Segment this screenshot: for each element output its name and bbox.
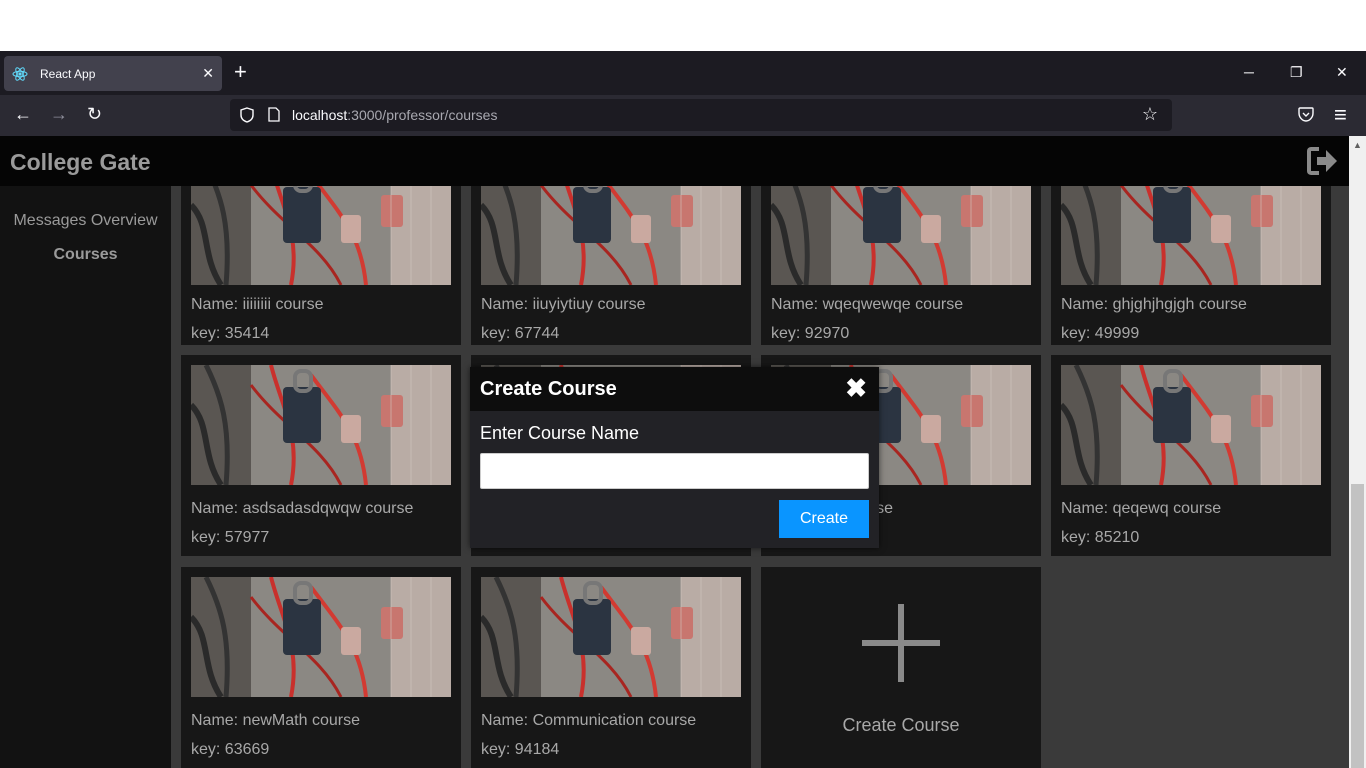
course-image — [191, 186, 451, 285]
course-name: Name: wqeqwewqe course — [771, 296, 964, 313]
scroll-thumb[interactable] — [1351, 484, 1364, 768]
sidebar-item-courses[interactable]: Courses — [0, 246, 171, 264]
create-course-card[interactable]: Create Course — [761, 567, 1041, 768]
back-icon[interactable]: ← — [14, 104, 32, 124]
brand-title: College Gate — [10, 149, 151, 175]
top-strip — [0, 0, 1366, 51]
forward-icon[interactable]: → — [50, 104, 68, 124]
url-text[interactable]: localhost:3000/professor/courses — [292, 107, 497, 123]
course-name: Name: qeqewq course — [1061, 500, 1222, 517]
course-image — [191, 365, 451, 485]
url-bar[interactable]: localhost:3000/professor/courses ☆ — [230, 99, 1172, 131]
course-key: key: 67744 — [481, 325, 560, 342]
scroll-up-icon[interactable]: ▲ — [1353, 140, 1362, 150]
course-card[interactable]: Name: qeqewq course key: 85210 — [1051, 355, 1331, 556]
course-key: key: 63669 — [191, 741, 270, 758]
browser-nav-bar: ← → ↻ localhost:3000/professor/courses ☆… — [0, 95, 1366, 136]
logout-icon[interactable] — [1307, 146, 1339, 176]
course-image — [481, 186, 741, 285]
course-name: Name: iiiiiiii course — [191, 296, 324, 313]
window-close-icon[interactable]: ✕ — [1336, 64, 1348, 81]
course-name: Name: iiuyiytiuy course — [481, 296, 646, 313]
course-name: Name: ghjghjhgjgh course — [1061, 296, 1247, 313]
course-card[interactable]: Name: ghjghjhgjgh course key: 49999 — [1051, 186, 1331, 345]
course-card[interactable]: Name: iiiiiiii course key: 35414 — [181, 186, 461, 345]
app-header: College Gate — [0, 136, 1349, 186]
new-tab-icon[interactable]: + — [234, 61, 247, 83]
modal-title: Create Course — [480, 378, 617, 400]
reload-icon[interactable]: ↻ — [87, 104, 102, 124]
sidebar-item-messages-overview[interactable]: Messages Overview — [0, 212, 171, 230]
course-key: key: 92970 — [771, 325, 850, 342]
course-name-input[interactable] — [480, 453, 869, 489]
pocket-icon[interactable] — [1298, 107, 1314, 127]
course-name: Name: newMath course — [191, 712, 360, 729]
browser-tab-bar: React App ✕ + ─ ❐ ✕ — [0, 51, 1366, 95]
course-image — [771, 186, 1031, 285]
course-name-label: Enter Course Name — [480, 423, 640, 443]
create-course-label: Create Course — [842, 715, 960, 735]
course-key: key: 57977 — [191, 529, 270, 546]
create-button[interactable]: Create — [779, 500, 869, 538]
course-name: Name: Communication course — [481, 712, 697, 729]
browser-tab[interactable]: React App ✕ — [4, 56, 222, 91]
course-key: key: 85210 — [1061, 529, 1140, 546]
react-icon — [12, 66, 28, 82]
course-card[interactable]: Name: iiuyiytiuy course key: 67744 — [471, 186, 751, 345]
tab-title: React App — [40, 66, 96, 81]
course-image — [481, 577, 741, 697]
modal-close-icon[interactable]: ✖ — [845, 375, 867, 401]
url-path: :3000/professor/courses — [347, 107, 498, 123]
menu-icon[interactable]: ≡ — [1334, 102, 1347, 128]
course-image — [1061, 186, 1321, 285]
restore-icon[interactable]: ❐ — [1290, 64, 1303, 81]
url-host: localhost — [292, 107, 348, 123]
sidebar: Messages Overview Courses — [0, 186, 171, 768]
shield-icon[interactable] — [240, 107, 254, 128]
create-course-modal: Create Course ✖ Enter Course Name Create — [470, 367, 879, 548]
star-icon[interactable]: ☆ — [1142, 104, 1158, 125]
course-key: key: 94184 — [481, 741, 560, 758]
course-card[interactable]: Name: wqeqwewqe course key: 92970 — [761, 186, 1041, 345]
course-key: key: 35414 — [191, 325, 270, 342]
course-name: Name: asdsadasdqwqw course — [191, 500, 414, 517]
course-card[interactable]: Name: newMath course key: 63669 — [181, 567, 461, 768]
page-scrollbar[interactable]: ▲ — [1349, 136, 1366, 768]
minimize-icon[interactable]: ─ — [1244, 64, 1254, 80]
modal-header: Create Course ✖ — [470, 367, 879, 411]
page-icon[interactable] — [268, 107, 280, 127]
course-card[interactable]: Name: asdsadasdqwqw course key: 57977 — [181, 355, 461, 556]
tab-close-icon[interactable]: ✕ — [202, 65, 214, 82]
course-image — [191, 577, 451, 697]
plus-icon-bar — [862, 640, 940, 646]
course-image — [1061, 365, 1321, 485]
course-card[interactable]: Name: Communication course key: 94184 — [471, 567, 751, 768]
course-key: key: 49999 — [1061, 325, 1140, 342]
